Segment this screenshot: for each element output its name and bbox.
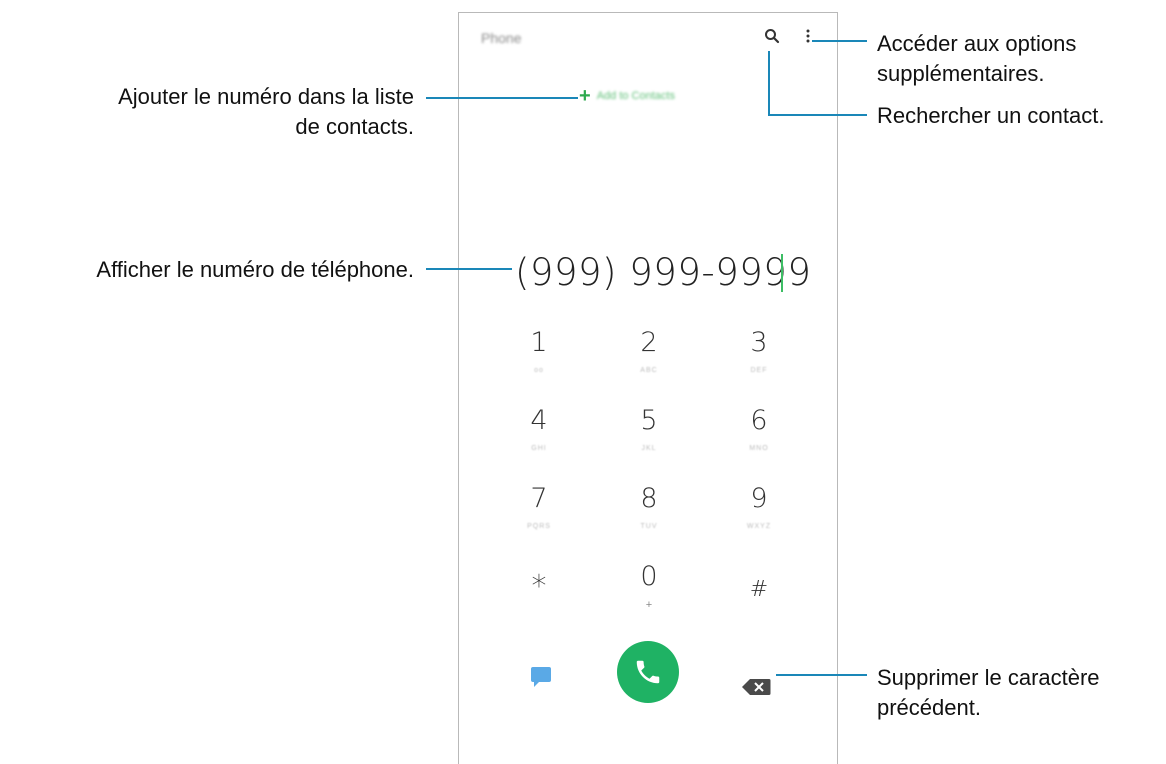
phone-number-display: (999) 999-9999 [515, 251, 812, 294]
key-digit: 0 [640, 561, 658, 592]
key-letters: DEF [750, 367, 768, 374]
plus-icon: + [579, 85, 591, 107]
annotation-line: Supprimer le caractère [877, 665, 1100, 690]
key-3[interactable]: 3 DEF [709, 327, 809, 387]
key-digit: 7 [530, 483, 548, 514]
key-8[interactable]: 8 TUV [599, 483, 699, 543]
add-to-contacts-label: Add to Contacts [596, 90, 675, 102]
leader-line-delete-char [776, 674, 867, 676]
annotation-line: Ajouter le numéro dans la liste [118, 84, 414, 109]
message-icon[interactable] [530, 666, 552, 688]
key-digit: # [749, 577, 769, 602]
leader-line-show-number [426, 268, 512, 270]
annotation-add-contact: Ajouter le numéro dans la liste de conta… [0, 82, 414, 142]
key-letters: GHI [531, 445, 547, 452]
key-0[interactable]: 0 + [599, 561, 699, 621]
key-letters: JKL [641, 445, 657, 452]
key-letters: MNO [749, 445, 769, 452]
key-hash[interactable]: # [709, 574, 809, 634]
call-button[interactable] [617, 641, 679, 703]
key-4[interactable]: 4 GHI [489, 405, 589, 465]
key-letters: PQRS [527, 523, 551, 530]
key-5[interactable]: 5 JKL [599, 405, 699, 465]
key-digit: 5 [640, 405, 658, 436]
key-6[interactable]: 6 MNO [709, 405, 809, 465]
add-to-contacts-button[interactable]: + Add to Contacts [579, 85, 675, 107]
key-digit: 2 [640, 327, 658, 358]
leader-line-add-contact [426, 97, 578, 99]
annotation-more-options: Accéder aux options supplémentaires. [877, 29, 1166, 89]
annotation-line: Accéder aux options [877, 31, 1077, 56]
key-digit: 8 [640, 483, 658, 514]
key-letters: WXYZ [746, 523, 772, 530]
key-digit: 4 [530, 405, 548, 436]
key-9[interactable]: 9 WXYZ [709, 483, 809, 543]
key-digit: 6 [750, 405, 768, 436]
key-digit: 9 [750, 483, 768, 514]
key-1[interactable]: 1 oo [489, 327, 589, 387]
leader-line-search-horizontal [768, 114, 867, 116]
annotation-line: de contacts. [295, 114, 414, 139]
leader-line-more-options [812, 40, 867, 42]
key-digit: * [531, 569, 547, 604]
backspace-icon[interactable] [741, 678, 771, 696]
more-options-icon[interactable] [805, 27, 811, 45]
key-digit: 3 [750, 327, 768, 358]
key-digit: 1 [530, 327, 548, 358]
annotation-line: supplémentaires. [877, 61, 1045, 86]
annotation-search-contact: Rechercher un contact. [877, 103, 1105, 128]
text-cursor [781, 254, 783, 292]
key-letters: + [645, 599, 653, 611]
leader-line-search-vertical [768, 51, 770, 116]
key-2[interactable]: 2 ABC [599, 327, 699, 387]
phone-screen: Phone + Add to Contacts (999) 999-9999 1… [458, 12, 838, 764]
voicemail-icon: oo [534, 367, 544, 374]
annotation-delete-char: Supprimer le caractère précédent. [877, 663, 1166, 723]
annotation-show-number: Afficher le numéro de téléphone. [96, 257, 414, 282]
app-title: Phone [481, 30, 522, 46]
phone-icon [636, 660, 660, 684]
annotation-line: précédent. [877, 695, 981, 720]
key-7[interactable]: 7 PQRS [489, 483, 589, 543]
key-letters: ABC [640, 367, 658, 374]
key-star[interactable]: * [489, 571, 589, 631]
key-letters: TUV [640, 523, 658, 530]
search-icon[interactable] [763, 27, 781, 45]
